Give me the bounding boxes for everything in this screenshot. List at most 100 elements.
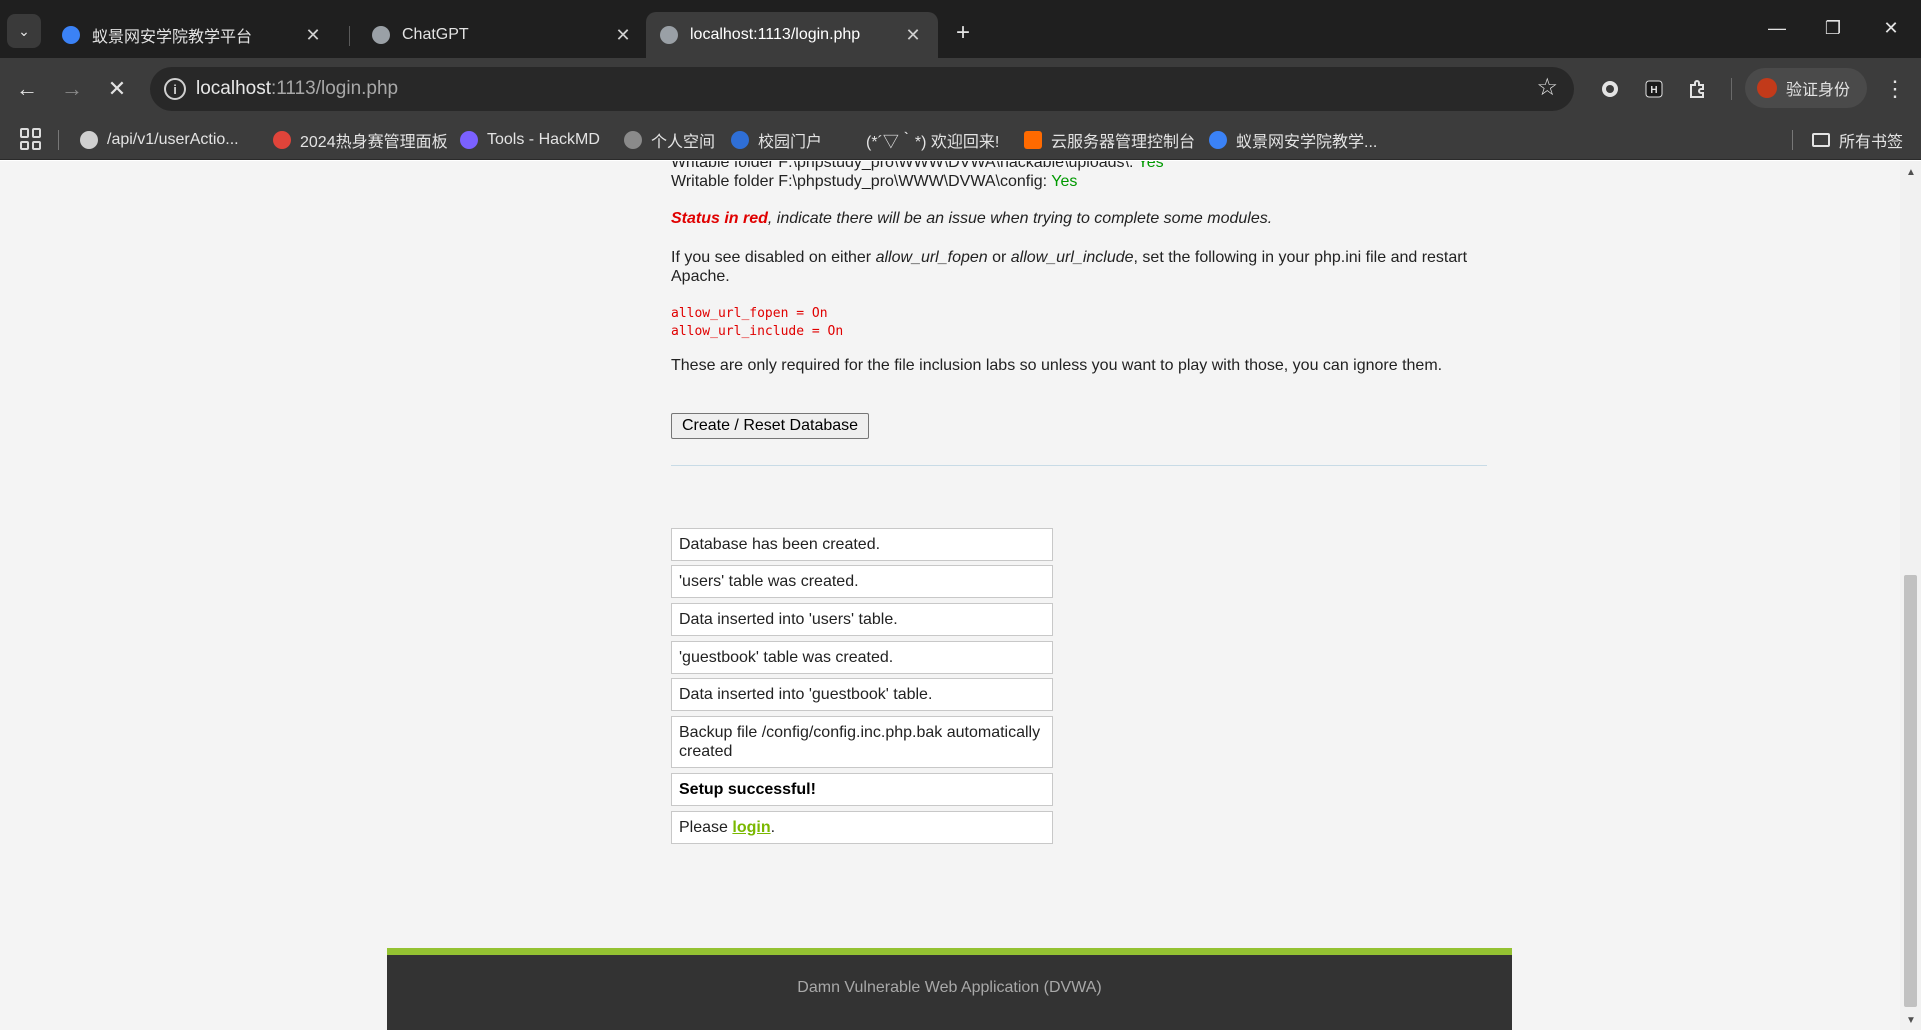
aliyun-icon (1024, 131, 1042, 149)
apps-grid-icon[interactable] (20, 128, 42, 150)
tab-separator (349, 26, 350, 46)
tab-close-icon[interactable]: ✕ (302, 25, 324, 46)
tab-close-icon[interactable]: ✕ (612, 25, 634, 46)
please-text: Please (679, 819, 733, 836)
login-link[interactable]: login (732, 819, 770, 836)
scroll-down-arrow-icon[interactable]: ▼ (1906, 1015, 1916, 1026)
scroll-up-arrow-icon[interactable]: ▲ (1906, 167, 1916, 178)
restore-button[interactable]: ❐ (1810, 10, 1856, 46)
bookmark-label: 2024热身赛管理面板 (300, 134, 448, 151)
bookmarks-separator (1792, 130, 1793, 150)
bookmark-item[interactable]: (*´▽｀*) 欢迎回来! (839, 120, 999, 160)
all-bookmarks-button[interactable]: 所有书签 (1812, 120, 1903, 160)
welcome-icon (839, 131, 857, 149)
tab-chatgpt[interactable]: ChatGPT ✕ (358, 12, 648, 58)
minimize-button[interactable]: — (1754, 10, 1800, 46)
status-red-label: Status in red (671, 210, 768, 227)
campus-portal-icon (731, 131, 749, 149)
globe-icon (660, 26, 678, 44)
bookmark-item[interactable]: 校园门户 (731, 120, 822, 160)
writable-uploads-text: Writable folder F:\phpstudy_pro\WWW\DVWA… (671, 161, 1138, 171)
extensions-puzzle-icon[interactable] (1684, 75, 1712, 103)
divider (671, 465, 1487, 466)
new-tab-button[interactable]: + (948, 18, 978, 48)
all-bookmarks-label: 所有书签 (1839, 134, 1904, 151)
site-info-icon[interactable]: i (164, 78, 186, 100)
inclusion-note: These are only required for the file inc… (671, 357, 1443, 374)
bookmark-star-icon[interactable]: ☆ (1536, 73, 1558, 102)
close-icon: ✕ (107, 76, 127, 101)
close-icon: ✕ (1883, 17, 1899, 38)
writable-config-text: Writable folder F:\phpstudy_pro\WWW\DVWA… (671, 173, 1052, 190)
writable-config-line: Writable folder F:\phpstudy_pro\WWW\DVWA… (671, 173, 1077, 191)
extension-h-icon[interactable]: H (1640, 75, 1668, 103)
back-button[interactable]: ← (10, 72, 44, 106)
scrollbar-thumb[interactable] (1904, 575, 1917, 1007)
url-path: :1113/login.php (271, 78, 399, 99)
restore-icon: ❐ (1824, 17, 1842, 38)
bookmark-item[interactable]: /api/v1/userActio... (80, 120, 239, 160)
extension-record-icon[interactable] (1596, 75, 1624, 103)
tab-title: 蚁景网安学院教学平台 (92, 29, 253, 46)
profile-label: 验证身份 (1786, 82, 1851, 99)
apache-line: Apache. (671, 268, 730, 285)
create-reset-database-button[interactable]: Create / Reset Database (671, 413, 869, 439)
bookmark-item[interactable]: 云服务器管理控制台 (1024, 120, 1195, 160)
setup-message: 'guestbook' table was created. (671, 641, 1053, 674)
bookmark-item[interactable]: 个人空间 (624, 120, 715, 160)
ant-academy-favicon-icon (62, 26, 80, 44)
profile-button[interactable]: 验证身份 (1745, 68, 1867, 108)
setup-message: 'users' table was created. (671, 565, 1053, 598)
tab-strip: ⌄ 蚁景网安学院教学平台 ✕ ChatGPT ✕ localhost:1113/… (0, 0, 1921, 58)
plus-icon: + (955, 19, 970, 46)
globe-icon (372, 26, 390, 44)
more-menu-icon[interactable]: ⋮ (1880, 73, 1910, 105)
arrow-right-icon: → (61, 76, 83, 101)
login-prompt-message: Please login. (671, 811, 1053, 844)
forward-button[interactable]: → (55, 72, 89, 106)
toolbar-separator (1731, 78, 1732, 100)
bookmark-label: (*´▽｀*) 欢迎回来! (866, 134, 1000, 151)
setup-message: Data inserted into 'users' table. (671, 603, 1053, 636)
tab-close-icon[interactable]: ✕ (902, 25, 924, 46)
tab-ant-academy[interactable]: 蚁景网安学院教学平台 ✕ (48, 12, 338, 58)
status-red-note: Status in red, indicate there will be an… (671, 210, 1272, 228)
bookmark-label: 校园门户 (758, 134, 823, 151)
toolbar: ← → ✕ i localhost:1113/login.php ☆ H 验证身… (0, 58, 1921, 120)
globe-icon (80, 131, 98, 149)
setup-message: Data inserted into 'guestbook' table. (671, 678, 1053, 711)
footer-accent-bar (387, 948, 1512, 955)
setup-message: Backup file /config/config.inc.php.bak a… (671, 716, 1053, 768)
tab-search-button[interactable]: ⌄ (7, 14, 41, 48)
footer-text: Damn Vulnerable Web Application (DVWA) (797, 978, 1102, 996)
stop-loading-button[interactable]: ✕ (100, 72, 134, 106)
bookmark-label: 云服务器管理控制台 (1051, 134, 1196, 151)
url-text[interactable]: localhost:1113/login.php (196, 78, 398, 100)
address-bar[interactable]: i localhost:1113/login.php ☆ (150, 67, 1574, 111)
bookmark-label: /api/v1/userActio... (107, 131, 239, 148)
arrow-left-icon: ← (16, 76, 38, 101)
status-yes: Yes (1137, 161, 1164, 171)
bookmark-item[interactable]: 蚁景网安学院教学... (1209, 120, 1377, 160)
php-ini-code-line: allow_url_include = On (671, 324, 844, 339)
minimize-icon: — (1768, 17, 1786, 38)
bookmark-item[interactable]: Tools - HackMD (460, 120, 600, 160)
url-host: localhost (196, 78, 271, 99)
bookmark-label: 个人空间 (651, 134, 716, 151)
setup-message: Database has been created. (671, 528, 1053, 561)
dvwa-container: Writable folder F:\phpstudy_pro\WWW\DVWA… (387, 161, 1512, 1030)
period-text: . (770, 819, 776, 836)
tab-localhost-login[interactable]: localhost:1113/login.php ✕ (646, 12, 938, 58)
bookmark-item[interactable]: 2024热身赛管理面板 (273, 120, 448, 160)
bookmark-label: Tools - HackMD (487, 131, 600, 148)
tab-title: ChatGPT (402, 26, 469, 43)
disabled-note: If you see disabled on either allow_url_… (671, 249, 1467, 267)
vertical-scrollbar[interactable]: ▲ ▼ (1900, 161, 1921, 1030)
footer: Damn Vulnerable Web Application (DVWA) (387, 955, 1512, 1030)
close-window-button[interactable]: ✕ (1868, 10, 1914, 46)
bookmarks-separator (58, 130, 59, 150)
include-term: allow_url_include (1010, 249, 1134, 266)
status-red-rest: , indicate there will be an issue when t… (767, 210, 1273, 227)
bookmark-label: 蚁景网安学院教学... (1236, 134, 1378, 151)
avatar (1757, 78, 1777, 98)
